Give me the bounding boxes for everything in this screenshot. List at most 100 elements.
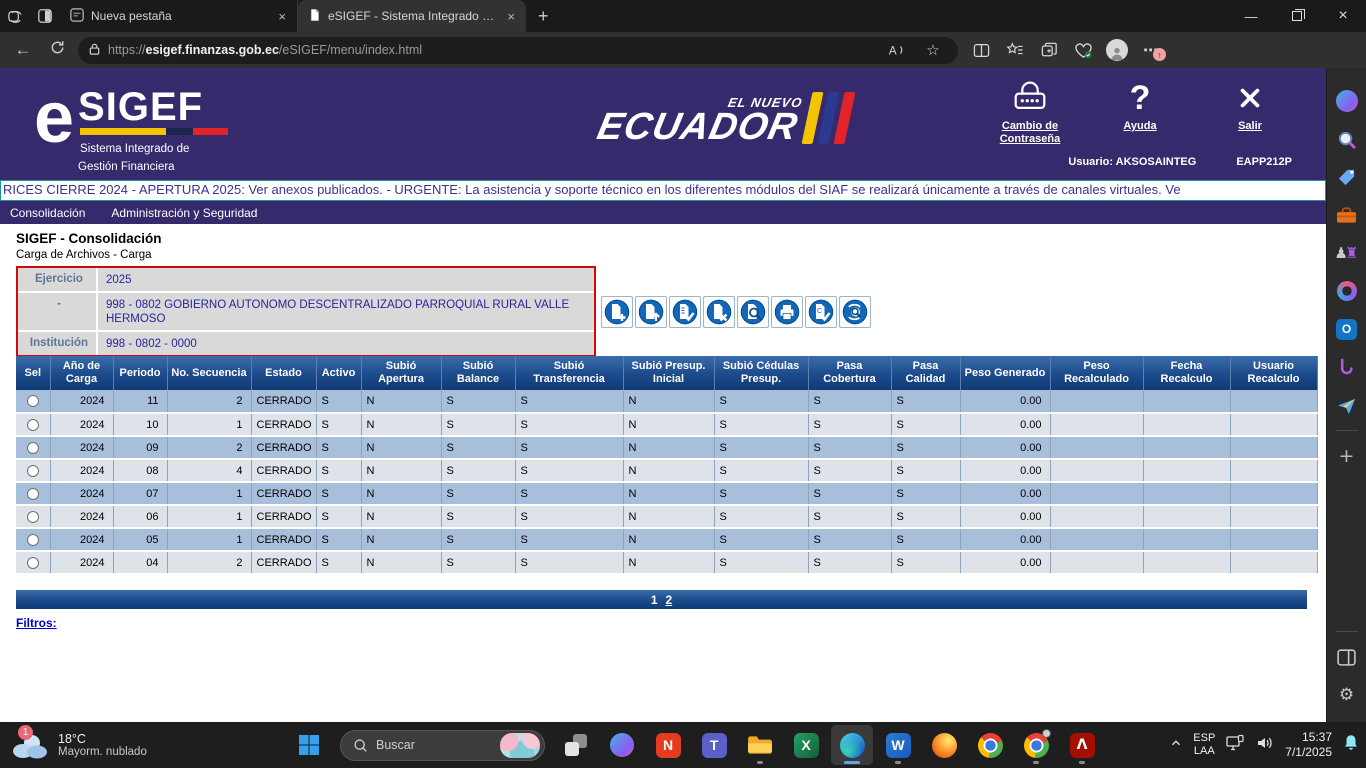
copilot-taskbar-icon[interactable] bbox=[601, 725, 643, 765]
close-window-button[interactable]: × bbox=[1320, 0, 1366, 32]
table-cell: S bbox=[316, 436, 361, 459]
favorite-star-icon[interactable]: ☆ bbox=[918, 37, 948, 63]
file-explorer-taskbar-icon[interactable] bbox=[739, 725, 781, 765]
chrome-alt-taskbar-icon[interactable] bbox=[1015, 725, 1057, 765]
change-password-link[interactable]: Cambio de Contraseña bbox=[988, 76, 1072, 146]
language-indicator[interactable]: ESPLAA bbox=[1193, 732, 1215, 758]
microsoft-365-icon[interactable] bbox=[1333, 272, 1361, 310]
print-button[interactable] bbox=[771, 296, 803, 328]
table-cell: S bbox=[891, 482, 960, 505]
table-cell bbox=[1050, 505, 1143, 528]
approve-file-button[interactable]: C bbox=[805, 296, 837, 328]
svg-text:C: C bbox=[817, 308, 822, 315]
games-icon[interactable]: ♟♜ bbox=[1333, 234, 1361, 272]
back-button[interactable]: ← bbox=[10, 40, 36, 60]
new-tab-button[interactable]: + bbox=[526, 6, 561, 27]
settings-more-icon[interactable]: ⋯↑ bbox=[1136, 37, 1166, 63]
taskbar-search[interactable]: Buscar bbox=[340, 730, 545, 761]
table-cell bbox=[1230, 505, 1317, 528]
help-link[interactable]: ? Ayuda bbox=[1098, 76, 1182, 146]
row-select-radio[interactable] bbox=[27, 419, 39, 431]
table-cell: N bbox=[361, 390, 441, 413]
row-select-radio[interactable] bbox=[27, 534, 39, 546]
teams-taskbar-icon[interactable]: T bbox=[693, 725, 735, 765]
minimize-button[interactable]: — bbox=[1228, 0, 1274, 32]
row-select-radio[interactable] bbox=[27, 511, 39, 523]
notification-bell-icon[interactable] bbox=[1342, 733, 1360, 757]
workspaces-icon[interactable] bbox=[0, 3, 30, 29]
excel-taskbar-icon[interactable]: X bbox=[785, 725, 827, 765]
table-cell: N bbox=[623, 551, 714, 574]
tab-actions-icon[interactable] bbox=[30, 3, 60, 29]
row-select-radio[interactable] bbox=[27, 465, 39, 477]
network-icon[interactable] bbox=[1225, 733, 1245, 758]
acrobat-taskbar-icon[interactable]: Λ bbox=[1061, 725, 1103, 765]
row-select-radio[interactable] bbox=[27, 488, 39, 500]
table-row: 2024061CERRADOSNSSNSSS0.00 bbox=[16, 505, 1317, 528]
toolbox-icon[interactable] bbox=[1333, 196, 1361, 234]
nitro-pdf-taskbar-icon[interactable]: N bbox=[647, 725, 689, 765]
search-icon[interactable] bbox=[1333, 120, 1361, 158]
volume-icon[interactable] bbox=[1255, 733, 1275, 758]
table-cell bbox=[1143, 482, 1230, 505]
outlook-icon[interactable]: O bbox=[1333, 310, 1361, 348]
remove-file-button[interactable] bbox=[703, 296, 735, 328]
exit-link[interactable]: Salir bbox=[1208, 76, 1292, 146]
table-cell: 04 bbox=[113, 551, 167, 574]
consult-file-button[interactable] bbox=[839, 296, 871, 328]
column-header: Peso Recalculado bbox=[1050, 356, 1143, 390]
search-icon bbox=[353, 738, 368, 753]
send-icon[interactable] bbox=[1333, 386, 1361, 424]
read-aloud-icon[interactable]: A bbox=[881, 37, 911, 63]
profile-icon[interactable] bbox=[1102, 37, 1132, 63]
row-select-radio[interactable] bbox=[27, 395, 39, 407]
table-cell: 4 bbox=[167, 459, 251, 482]
shopping-icon[interactable] bbox=[1333, 158, 1361, 196]
browser-essentials-icon[interactable] bbox=[1068, 37, 1098, 63]
new-file-button[interactable] bbox=[601, 296, 633, 328]
preview-file-button[interactable] bbox=[737, 296, 769, 328]
menu-consolidacion[interactable]: Consolidación bbox=[10, 206, 85, 220]
tab-nueva-pestana[interactable]: Nueva pestaña × bbox=[60, 0, 298, 32]
current-page: 1 bbox=[651, 593, 658, 607]
row-select-radio[interactable] bbox=[27, 557, 39, 569]
start-button[interactable] bbox=[288, 725, 330, 765]
table-cell: N bbox=[623, 436, 714, 459]
drop-icon[interactable] bbox=[1333, 348, 1361, 386]
add-icon[interactable]: + bbox=[1333, 437, 1361, 475]
task-view-taskbar-icon[interactable] bbox=[555, 725, 597, 765]
chrome-taskbar-icon[interactable] bbox=[969, 725, 1011, 765]
table-cell: N bbox=[623, 482, 714, 505]
copilot-icon[interactable] bbox=[1333, 82, 1361, 120]
tray-chevron-icon[interactable] bbox=[1169, 736, 1183, 755]
refresh-button[interactable] bbox=[44, 39, 70, 61]
tab-close-icon[interactable]: × bbox=[504, 9, 518, 24]
validate-file-button[interactable] bbox=[669, 296, 701, 328]
table-cell: S bbox=[441, 459, 515, 482]
clock[interactable]: 15:377/1/2025 bbox=[1285, 730, 1332, 760]
collections-icon[interactable] bbox=[1034, 37, 1064, 63]
menu-administracion[interactable]: Administración y Seguridad bbox=[111, 206, 257, 220]
page-link[interactable]: 2 bbox=[666, 593, 673, 607]
firefox-taskbar-icon[interactable] bbox=[923, 725, 965, 765]
filtros-link[interactable]: Filtros: bbox=[16, 616, 57, 630]
favorites-list-icon[interactable] bbox=[1000, 37, 1030, 63]
edge-taskbar-icon[interactable] bbox=[831, 725, 873, 765]
word-taskbar-icon[interactable]: W bbox=[877, 725, 919, 765]
restore-button[interactable] bbox=[1274, 0, 1320, 32]
table-cell bbox=[1143, 459, 1230, 482]
tab-close-icon[interactable]: × bbox=[275, 9, 289, 24]
row-select-radio[interactable] bbox=[27, 442, 39, 454]
split-screen-icon[interactable] bbox=[966, 37, 996, 63]
panel-icon[interactable] bbox=[1333, 638, 1361, 676]
settings-icon[interactable]: ⚙ bbox=[1333, 676, 1361, 714]
table-cell: 0.00 bbox=[960, 436, 1050, 459]
table-cell: S bbox=[441, 390, 515, 413]
table-cell: S bbox=[808, 551, 891, 574]
tab-esigef[interactable]: eSIGEF - Sistema Integrado de G × bbox=[298, 0, 526, 32]
url-field[interactable]: https://esigef.finanzas.gob.ec/eSIGEF/me… bbox=[78, 37, 958, 64]
table-cell: S bbox=[316, 482, 361, 505]
upload-file-button[interactable] bbox=[635, 296, 667, 328]
address-bar: ← https://esigef.finanzas.gob.ec/eSIGEF/… bbox=[0, 32, 1366, 68]
weather-widget[interactable]: 1 18°C Mayorm. nublado bbox=[0, 729, 230, 761]
